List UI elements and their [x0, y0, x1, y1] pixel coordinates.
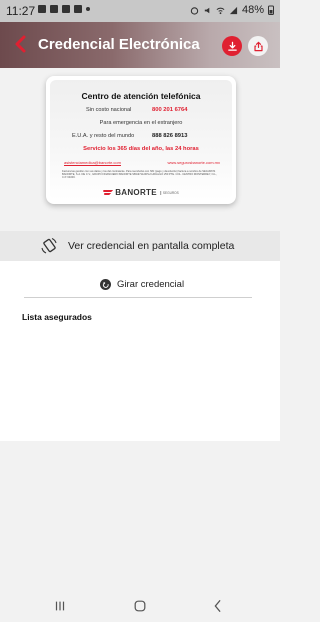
message-icon — [38, 5, 46, 13]
rotate-label: Girar credencial — [117, 279, 185, 290]
main-content: Girar credencial Lista asegurados — [0, 261, 280, 441]
back-button[interactable] — [10, 33, 32, 55]
banorte-logo: BANORTE SEGUROS — [103, 188, 179, 197]
alarm-icon — [190, 6, 199, 15]
system-icons: 48% — [190, 4, 274, 16]
insurance-card[interactable]: Centro de atención telefónica Sin costo … — [46, 76, 236, 204]
page-title: Credencial Electrónica — [38, 36, 200, 53]
recent-apps-button[interactable] — [52, 598, 68, 614]
fullscreen-button[interactable]: Ver credencial en pantalla completa — [0, 231, 280, 261]
card-website-link[interactable]: www.segurosbanorte.com.mx — [168, 160, 220, 165]
logo-subtext: SEGUROS — [159, 190, 179, 195]
rotate-phone-icon — [41, 237, 57, 254]
share-button[interactable] — [248, 36, 268, 56]
card-line1-number: 800 201 6764 — [152, 107, 188, 113]
card-title: Centro de atención telefónica — [81, 91, 201, 101]
app-header: Credencial Electrónica — [0, 22, 280, 68]
logo-text: BANORTE — [115, 188, 157, 197]
home-button[interactable] — [132, 598, 148, 614]
back-arrow-icon — [214, 600, 221, 612]
battery-icon — [268, 5, 274, 15]
divider — [24, 297, 252, 298]
status-time: 11:27 — [6, 4, 36, 18]
insured-list-title: Lista asegurados — [22, 312, 92, 322]
mute-icon — [204, 7, 210, 13]
card-content: Centro de atención telefónica Sin costo … — [50, 80, 232, 200]
share-icon — [253, 41, 263, 51]
fullscreen-label: Ver credencial en pantalla completa — [68, 240, 235, 252]
notification-icons — [38, 5, 90, 13]
wifi-icon — [216, 7, 225, 14]
battery-text: 48% — [241, 4, 264, 16]
card-line2-label: Para emergencia en el extranjero — [99, 120, 183, 126]
gallery-icon — [62, 5, 70, 13]
download-button[interactable] — [222, 36, 242, 56]
signal-icon — [229, 6, 238, 14]
status-bar: 11:27 48% — [0, 0, 280, 22]
card-line1-label: Sin costo nacional — [86, 107, 132, 113]
download-icon — [227, 41, 237, 51]
card-line3-number: 888 826 8913 — [152, 133, 188, 139]
card-line3-label: E.U.A. y resto del mundo — [72, 133, 135, 139]
card-legal-text: Factura las gestión con sus datos y los … — [62, 170, 218, 180]
chevron-left-icon — [15, 35, 26, 53]
card-service-text: Servicio los 365 días del año, las 24 ho… — [83, 146, 199, 152]
image-icon — [50, 5, 58, 13]
rotate-icon — [100, 279, 111, 290]
notification-dot-icon — [86, 7, 90, 11]
recent-apps-icon — [55, 601, 65, 611]
card-email-link[interactable]: asistenciamedica@banorte.com — [64, 160, 121, 165]
rotate-card-button[interactable]: Girar credencial — [100, 279, 184, 290]
home-icon — [134, 600, 146, 612]
card-area: Centro de atención telefónica Sin costo … — [0, 68, 280, 230]
banorte-logo-mark-icon — [103, 190, 114, 195]
calendar-icon — [74, 5, 82, 13]
system-nav-bar — [0, 590, 280, 622]
nav-back-button[interactable] — [210, 598, 226, 614]
